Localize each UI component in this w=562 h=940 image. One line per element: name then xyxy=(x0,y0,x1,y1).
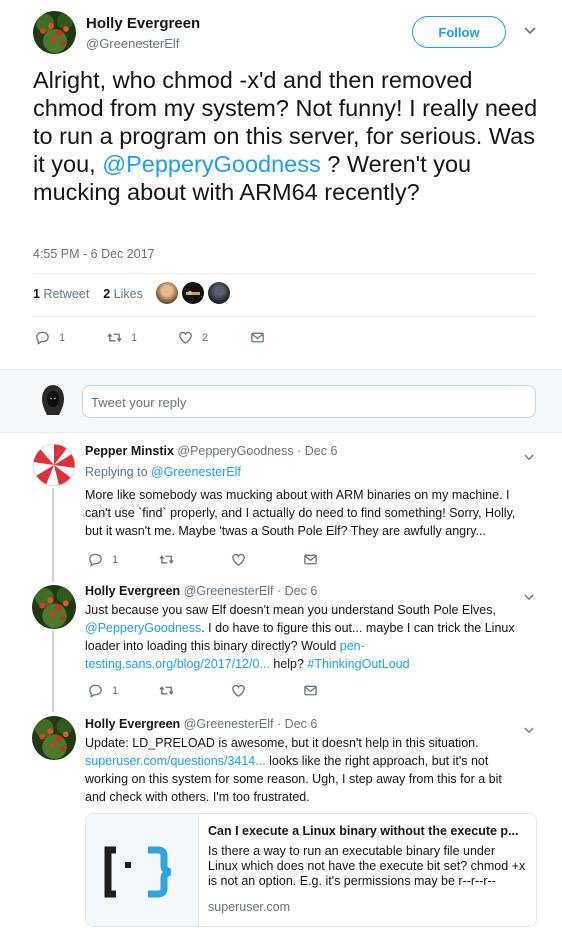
reply-action[interactable]: 1 xyxy=(88,683,118,698)
reply-author-name[interactable]: Pepper Minstix xyxy=(85,444,174,458)
message-action[interactable] xyxy=(250,330,265,345)
hashtag-link[interactable]: #ThinkingOutLoud xyxy=(307,657,409,671)
holly-avatar[interactable] xyxy=(33,11,76,54)
reply-icon xyxy=(36,331,49,345)
reply-text: Just because you saw Elf doesn't mean yo… xyxy=(85,603,515,671)
divider xyxy=(33,273,536,274)
retweet-action[interactable] xyxy=(159,552,174,567)
liker-avatar[interactable] xyxy=(208,282,230,304)
message-action[interactable] xyxy=(303,683,318,698)
pepper-avatar[interactable] xyxy=(32,443,76,487)
liker-avatar[interactable] xyxy=(156,282,178,304)
chevron-down-icon[interactable] xyxy=(524,450,534,464)
thread-line xyxy=(52,630,54,712)
mention-link[interactable]: @PepperyGoodness xyxy=(85,621,201,635)
envelope-icon xyxy=(251,332,264,343)
reply-header: Holly Evergreen @GreenesterElf · Dec 6 xyxy=(85,717,318,731)
card-domain: superuser.com xyxy=(208,900,290,914)
like-stat[interactable]: 2 Likes xyxy=(103,287,143,301)
mention-link[interactable]: @PepperyGoodness xyxy=(102,151,321,177)
retweet-icon xyxy=(107,333,122,342)
url-link[interactable]: superuser.com/questions/3414... xyxy=(85,754,266,768)
chevron-down-icon[interactable] xyxy=(524,24,536,38)
heart-icon xyxy=(179,331,192,344)
heart-icon xyxy=(232,553,245,566)
retweet-action[interactable]: 1 xyxy=(107,330,137,345)
retweet-icon xyxy=(159,555,174,564)
thread-line xyxy=(52,488,54,582)
divider xyxy=(33,316,536,317)
reply-date[interactable]: Dec 6 xyxy=(285,584,318,598)
reply-header: Pepper Minstix @PepperyGoodness · Dec 6 xyxy=(85,444,338,458)
reply-action[interactable]: 1 xyxy=(88,552,118,567)
like-action[interactable] xyxy=(231,552,246,567)
heart-icon xyxy=(232,684,245,697)
tweet-text: Alright, who chmod -x'd and then removed… xyxy=(33,67,538,205)
replying-to-link[interactable]: @GreenesterElf xyxy=(151,465,241,479)
like-action[interactable]: 2 xyxy=(178,330,208,345)
superuser-logo xyxy=(86,814,199,926)
reply-author-name[interactable]: Holly Evergreen xyxy=(85,584,180,598)
reply-text: Update: LD_PRELOAD is awesome, but it do… xyxy=(85,736,502,804)
card-title: Can I execute a Linux binary without the… xyxy=(208,824,519,838)
tweet-stats: 1 Retweet 2 Likes xyxy=(33,287,143,301)
envelope-icon xyxy=(304,554,317,565)
chevron-down-icon[interactable] xyxy=(524,723,534,737)
reply-date[interactable]: Dec 6 xyxy=(305,444,338,458)
reply-date[interactable]: Dec 6 xyxy=(285,717,318,731)
message-action[interactable] xyxy=(303,552,318,567)
chevron-down-icon[interactable] xyxy=(524,590,534,604)
retweet-action[interactable] xyxy=(159,683,174,698)
liker-avatar[interactable] xyxy=(182,282,204,304)
main-tweet-header: Holly Evergreen @GreenesterElf Follow xyxy=(0,0,562,60)
author-name[interactable]: Holly Evergreen xyxy=(86,15,200,32)
reply-text: More like somebody was mucking about wit… xyxy=(85,488,516,538)
author-handle[interactable]: @GreenesterElf xyxy=(86,36,179,51)
reply-icon xyxy=(89,553,102,567)
reply-input[interactable]: Tweet your reply xyxy=(82,385,536,418)
tweet-timestamp[interactable]: 4:55 PM - 6 Dec 2017 xyxy=(33,247,155,261)
follow-button[interactable]: Follow xyxy=(412,16,506,48)
holly-avatar[interactable] xyxy=(32,585,76,629)
reply-action[interactable]: 1 xyxy=(35,330,65,345)
reply-header: Holly Evergreen @GreenesterElf · Dec 6 xyxy=(85,584,318,598)
like-action[interactable] xyxy=(231,683,246,698)
holly-avatar[interactable] xyxy=(32,716,76,760)
card-description: Is there a way to run an executable bina… xyxy=(208,844,526,888)
reply-author-handle[interactable]: @GreenesterElf xyxy=(184,584,274,598)
reply-author-name[interactable]: Holly Evergreen xyxy=(85,717,180,731)
replying-to: Replying to @GreenesterElf xyxy=(85,465,241,479)
retweet-stat[interactable]: 1 Retweet xyxy=(33,287,89,301)
retweet-icon xyxy=(159,686,174,695)
reply-icon xyxy=(89,684,102,698)
reply-author-handle[interactable]: @GreenesterElf xyxy=(184,717,274,731)
link-card[interactable]: Can I execute a Linux binary without the… xyxy=(85,813,537,927)
envelope-icon xyxy=(304,685,317,696)
user-avatar[interactable] xyxy=(37,383,69,417)
reply-author-handle[interactable]: @PepperyGoodness xyxy=(177,444,293,458)
